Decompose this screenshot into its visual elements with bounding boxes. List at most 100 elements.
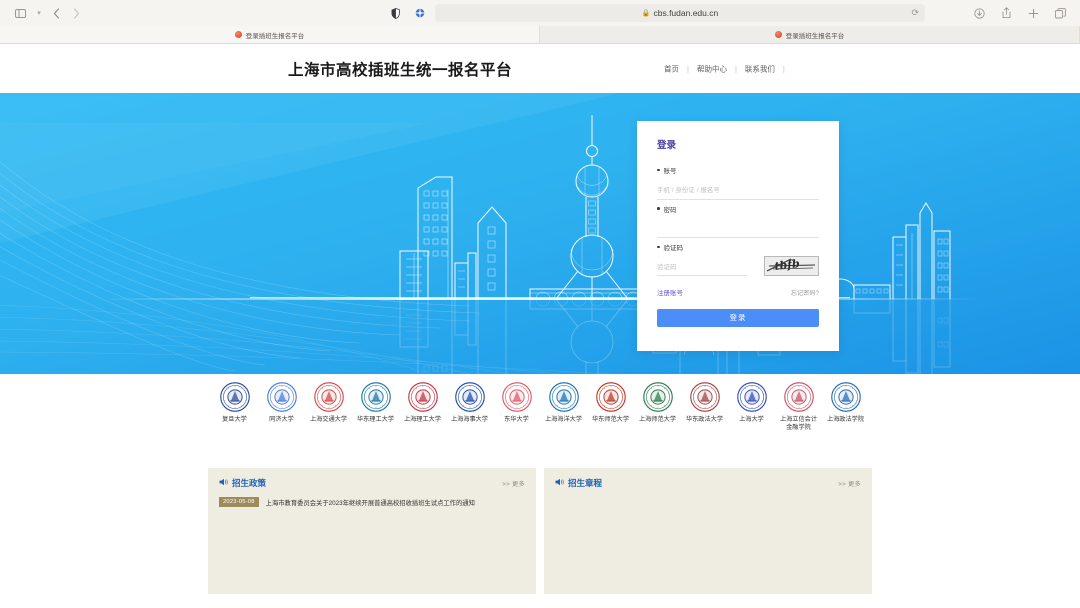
required-dot-icon: [657, 168, 660, 172]
reload-icon[interactable]: ⟳: [911, 8, 919, 19]
account-label-text: 账号: [663, 168, 677, 175]
hero-banner: 登录 账号 密码 验证码: [0, 93, 1080, 374]
university-logo-icon: [407, 382, 438, 412]
captcha-image[interactable]: tbfb: [764, 256, 819, 276]
share-icon[interactable]: [996, 4, 1016, 22]
login-submit-button[interactable]: 登录: [657, 308, 819, 327]
university-item[interactable]: 上海海洋大学: [540, 382, 587, 424]
university-name: 华东理工大学: [356, 416, 395, 423]
university-logo-icon: [360, 382, 391, 412]
university-logo-icon: [783, 382, 814, 412]
university-item[interactable]: 华东理工大学: [352, 382, 399, 424]
university-name: 华东政法大学: [685, 416, 724, 423]
university-name: 上海政法学院: [826, 416, 865, 423]
url-display: 🔒 cbs.fudan.edu.cn: [642, 8, 718, 18]
university-item[interactable]: 上海交通大学: [305, 382, 352, 424]
news-area: 招生政策 >> 更多 2023-05-08 上海市教育委员会关于2023年继续开展普通…: [0, 468, 1080, 594]
university-item[interactable]: 上海政法学院: [822, 382, 869, 424]
university-logo-icon: [642, 382, 673, 412]
nav-link-contact-us[interactable]: 联系我们: [744, 63, 776, 74]
captcha-label: 验证码: [657, 242, 819, 252]
login-card: 登录 账号 密码 验证码: [637, 121, 839, 351]
extension-icon[interactable]: [410, 4, 430, 22]
forward-arrow-icon[interactable]: [67, 4, 85, 22]
password-field-group: 密码: [657, 204, 819, 238]
nav-link-home[interactable]: 首页: [663, 63, 680, 74]
university-item[interactable]: 复旦大学: [211, 382, 258, 424]
university-name: 上海师范大学: [638, 416, 677, 423]
university-name: 上海海洋大学: [544, 416, 583, 423]
shield-icon[interactable]: [385, 4, 405, 22]
nav-separator: |: [782, 64, 785, 73]
tab-title: 登录插班生报名平台: [245, 32, 305, 40]
university-logo-icon: [313, 382, 344, 412]
browser-tab[interactable]: 登录插班生报名平台: [540, 26, 1080, 43]
news-item[interactable]: 2023-05-08 上海市教育委员会关于2023年继续开展普通高校招收插班生试点…: [219, 497, 525, 507]
plus-icon[interactable]: [1023, 4, 1043, 22]
news-panel-header: 招生章程 >> 更多: [555, 477, 861, 489]
captcha-input[interactable]: [657, 261, 747, 276]
news-list: 2023-05-08 上海市教育委员会关于2023年继续开展普通高校招收插班生试点…: [219, 497, 525, 507]
tab-title: 登录插班生报名平台: [785, 32, 845, 40]
news-panel: 招生政策 >> 更多 2023-05-08 上海市教育委员会关于2023年继续开展普通…: [208, 468, 536, 594]
university-name: 上海交通大学: [309, 416, 348, 423]
megaphone-icon: [555, 478, 564, 488]
news-panel-title: 招生政策: [232, 478, 267, 488]
university-name: 复旦大学: [222, 416, 247, 423]
register-account-link[interactable]: 注册账号: [657, 287, 683, 297]
tab-favicon-icon: [774, 31, 782, 38]
university-name: 上海海事大学: [450, 416, 489, 423]
tab-strip: 登录插班生报名平台 登录插班生报名平台: [0, 26, 1080, 43]
required-dot-icon: [657, 207, 660, 210]
tab-overview-icon[interactable]: [1050, 4, 1070, 22]
downloads-icon[interactable]: [969, 4, 989, 22]
password-label: 密码: [657, 204, 819, 214]
lock-icon: 🔒: [641, 10, 651, 17]
university-name: 上海立信会计金融学院: [779, 416, 818, 432]
browser-chrome: ▾ 🔒 cbs.fudan.edu.cn ⟳ 登录插班生报名平台 登录插班生报名…: [0, 0, 1080, 44]
shanghai-skyline-illustration: [0, 93, 1080, 374]
login-title: 登录: [657, 140, 677, 151]
nav-separator: |: [734, 64, 737, 73]
forgot-password-link[interactable]: 忘记密码?: [791, 288, 819, 297]
browser-tab[interactable]: 登录插班生报名平台: [0, 26, 540, 43]
navigation-controls: ▾: [10, 4, 85, 22]
news-more-link[interactable]: >> 更多: [838, 479, 861, 488]
university-item[interactable]: 上海立信会计金融学院: [775, 382, 822, 433]
university-item[interactable]: 上海大学: [728, 382, 775, 424]
university-logo-icon: [689, 382, 720, 412]
news-panel-title-group: 招生政策: [219, 477, 266, 489]
news-item-title[interactable]: 上海市教育委员会关于2023年继续开展普通高校招收插班生试点工作的通知: [266, 498, 475, 507]
university-name: 上海大学: [739, 416, 764, 423]
university-item[interactable]: 华东政法大学: [681, 382, 728, 424]
university-name: 东华大学: [504, 416, 529, 423]
university-item[interactable]: 上海海事大学: [446, 382, 493, 424]
login-links-row: 注册账号 忘记密码?: [657, 287, 819, 298]
university-item[interactable]: 同济大学: [258, 382, 305, 424]
news-panel: 招生章程 >> 更多: [544, 468, 872, 594]
university-logo-icon: [454, 382, 485, 412]
university-logo-icon: [548, 382, 579, 412]
address-bar[interactable]: 🔒 cbs.fudan.edu.cn ⟳: [435, 4, 925, 22]
tab-favicon-icon: [234, 31, 242, 38]
password-input[interactable]: [657, 223, 819, 238]
university-logo-icon: [736, 382, 767, 412]
university-item[interactable]: 东华大学: [493, 382, 540, 424]
news-panel-header: 招生政策 >> 更多: [219, 477, 525, 489]
university-item[interactable]: 上海理工大学: [399, 382, 446, 424]
university-item[interactable]: 上海师范大学: [634, 382, 681, 424]
news-more-link[interactable]: >> 更多: [502, 479, 525, 488]
news-panel-title-group: 招生章程: [555, 477, 602, 489]
university-item[interactable]: 华东师范大学: [587, 382, 634, 424]
account-input[interactable]: [657, 184, 819, 200]
sidebar-toggle-icon[interactable]: [10, 4, 30, 22]
address-bar-group: 🔒 cbs.fudan.edu.cn ⟳: [385, 4, 961, 22]
university-list: 复旦大学 同济大学 上海交通大学 华东理工大学 上海理工大学 上海海事大学 东华大学 上海海洋…: [0, 374, 1080, 468]
university-logo-icon: [219, 382, 250, 412]
chevron-down-icon[interactable]: ▾: [33, 4, 45, 22]
back-arrow-icon[interactable]: [47, 4, 65, 22]
page-title: 上海市高校插班生统一报名平台: [288, 61, 513, 79]
nav-link-help-center[interactable]: 帮助中心: [696, 63, 728, 74]
university-logo-icon: [830, 382, 861, 412]
news-panel-title: 招生章程: [568, 478, 603, 488]
